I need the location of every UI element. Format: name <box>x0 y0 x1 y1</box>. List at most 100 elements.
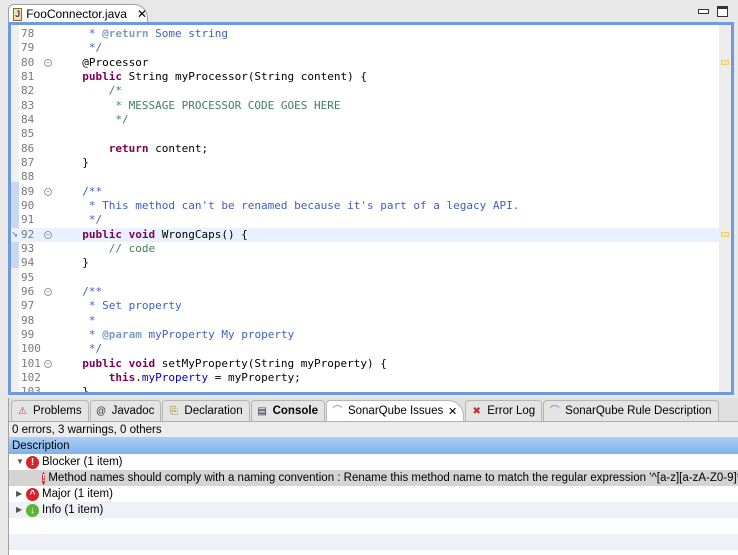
code-line: 89− /** <box>11 185 731 199</box>
line-number: 81 <box>21 69 35 83</box>
tab-javadoc[interactable]: @ Javadoc <box>89 400 162 421</box>
code-text: } <box>69 156 89 170</box>
code-token: */ <box>69 213 103 227</box>
tab-sonarqube-rule-description[interactable]: ⌒ SonarQube Rule Description <box>543 400 719 421</box>
blocker-severity-icon: ! <box>26 455 39 469</box>
code-line: 87 } <box>11 156 731 170</box>
issue-group[interactable]: ▶ ↓ Info (1 item) <box>9 502 738 518</box>
code-text: public void setMyProperty(String myPrope… <box>69 357 387 371</box>
code-token: * Set property <box>69 299 182 313</box>
code-text: this.myProperty = myProperty; <box>69 371 301 385</box>
tab-label: SonarQube Issues <box>347 405 444 417</box>
code-token: @param <box>102 327 142 341</box>
code-line: 90 * This method can't be renamed becaus… <box>11 199 731 213</box>
code-text: } <box>69 385 89 395</box>
code-text: /* <box>69 84 122 98</box>
code-text: public void WrongCaps() { <box>69 228 248 242</box>
collapse-triangle-icon[interactable]: ▼ <box>16 454 26 470</box>
tab-console[interactable]: ▤ Console <box>250 400 325 421</box>
line-number: 88 <box>21 170 35 184</box>
code-token: = myProperty; <box>208 370 301 384</box>
line-number: 100 <box>21 342 41 356</box>
line-number: 83 <box>21 98 35 112</box>
code-token: * This method can't be renamed because i… <box>69 198 520 212</box>
close-icon[interactable]: ✕ <box>137 7 147 21</box>
code-line: 86 return content; <box>11 142 731 156</box>
line-number: 99 <box>21 327 35 341</box>
line-number: 90 <box>21 198 35 212</box>
code-token: public void <box>69 356 156 370</box>
console-icon: ▤ <box>257 405 267 417</box>
fold-toggle-icon[interactable]: − <box>44 58 52 67</box>
line-number: 84 <box>21 112 35 126</box>
panel-tab-bar: ⚠ Problems @ Javadoc ⎘ Declaration ▤ Console ⌒ So… <box>9 398 738 422</box>
line-number: 78 <box>21 27 35 40</box>
code-line: 100 */ <box>11 342 731 356</box>
fold-toggle-icon[interactable]: − <box>44 359 52 368</box>
editor-tab[interactable]: J FooConnector.java ✕ <box>8 4 148 23</box>
sonarqube-icon: ⌒ <box>549 405 560 417</box>
line-number: 95 <box>21 270 35 284</box>
column-header-description[interactable]: Description <box>9 438 738 454</box>
tab-problems[interactable]: ⚠ Problems <box>11 400 89 421</box>
code-line: 92− ➘ public void WrongCaps() { <box>11 227 731 242</box>
code-token: * <box>69 327 103 341</box>
code-line: 96− /** <box>11 285 731 299</box>
tab-label: Declaration <box>184 405 243 417</box>
code-token: * MESSAGE PROCESSOR CODE GOES HERE <box>69 98 341 112</box>
line-number: 98 <box>21 313 35 327</box>
code-text: public String myProcessor(String content… <box>69 70 367 84</box>
overview-ruler[interactable] <box>719 25 731 392</box>
code-line: 99 * @param myProperty My property <box>11 328 731 342</box>
code-text: } <box>69 256 89 270</box>
at-icon: @ <box>96 405 107 417</box>
line-number: 87 <box>21 155 35 169</box>
issues-summary: 0 errors, 3 warnings, 0 others <box>9 422 738 438</box>
maximize-button[interactable] <box>717 6 728 17</box>
minimize-button[interactable] <box>698 9 709 14</box>
line-number: 102 <box>21 370 41 384</box>
code-line: 103 } <box>11 385 731 395</box>
code-token: * <box>69 27 103 40</box>
code-token: * <box>69 313 96 327</box>
fold-toggle-icon[interactable]: − <box>44 187 52 196</box>
code-text: * <box>69 314 96 328</box>
code-line: 97 * Set property <box>11 299 731 313</box>
code-line: 80− @Processor <box>11 56 731 70</box>
editor-tab-title: FooConnector.java <box>26 7 127 21</box>
line-number: 85 <box>21 127 35 141</box>
code-token: } <box>69 385 89 395</box>
code-line: 78 * @return Some string <box>11 27 731 41</box>
expand-triangle-icon[interactable]: ▶ <box>16 502 26 518</box>
code-token: @return <box>102 27 149 40</box>
close-icon[interactable]: ✕ <box>448 405 457 418</box>
quick-assist-icon: ➘ <box>12 229 18 240</box>
info-severity-icon: ↓ <box>26 503 39 517</box>
code-text: */ <box>69 213 102 227</box>
line-number: 79 <box>21 41 35 55</box>
tab-error-log[interactable]: ✖ Error Log <box>465 400 543 421</box>
code-token: setMyProperty(String myProperty) { <box>155 356 387 370</box>
code-text: */ <box>69 342 102 356</box>
code-token: myProperty My property <box>141 327 295 341</box>
tab-sonarqube-issues[interactable]: ⌒ SonarQube Issues ✕ <box>325 400 465 421</box>
code-line: 85 <box>11 127 731 141</box>
code-token: /* <box>69 84 122 98</box>
code-editor[interactable]: 78 * @return Some string 79 */80− @Proces… <box>8 22 734 395</box>
code-token: WrongCaps() { <box>155 227 248 241</box>
issue-group[interactable]: ▼! Blocker (1 item) <box>9 454 738 470</box>
code-text: // code <box>69 242 155 256</box>
fold-toggle-icon[interactable]: − <box>44 230 52 239</box>
code-token: } <box>69 155 89 169</box>
code-text: * MESSAGE PROCESSOR CODE GOES HERE <box>69 98 341 113</box>
expand-triangle-icon[interactable]: ▶ <box>16 486 26 502</box>
code-line: 95 <box>11 271 731 285</box>
tab-declaration[interactable]: ⎘ Declaration <box>162 400 250 421</box>
issue-group[interactable]: ▶ ^ Major (1 item) <box>9 486 738 502</box>
code-token: */ <box>69 41 103 55</box>
issue-row[interactable]: ! Method names should comply with a namin… <box>9 470 738 486</box>
problems-icon: ⚠ <box>18 405 27 417</box>
fold-toggle-icon[interactable]: − <box>44 287 52 296</box>
line-number: 86 <box>21 141 35 155</box>
line-number: 97 <box>21 299 35 313</box>
